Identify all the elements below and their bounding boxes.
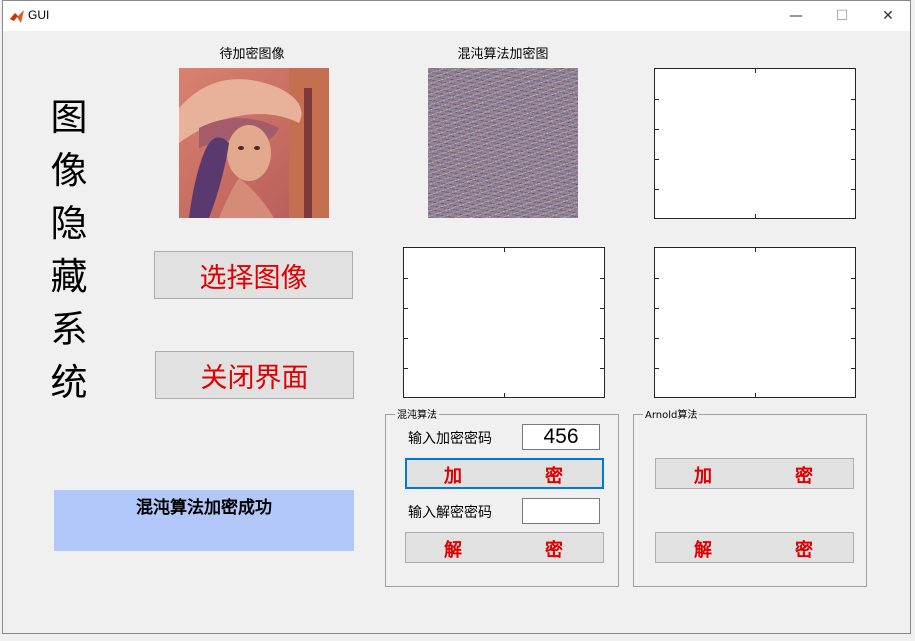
arnold-panel-title: Arnold算法 xyxy=(643,406,700,421)
title-bar: GUI — ☐ ✕ xyxy=(3,1,910,31)
chaos-panel-title: 混沌算法 xyxy=(395,406,439,421)
arnold-decrypt-button-char: 解 xyxy=(694,540,712,561)
encrypted-image xyxy=(428,68,578,218)
decrypt-password-label: 输入解密密码 xyxy=(408,505,492,521)
gui-window: GUI — ☐ ✕ 图 像 隐 藏 系 统 待加密图像 混沌算法加密图 选择图像… xyxy=(2,0,911,634)
arnold-decrypt-button[interactable]: 解 密 xyxy=(655,532,854,563)
chaos-encrypt-button-char: 密 xyxy=(545,466,563,487)
close-button[interactable]: ✕ xyxy=(865,1,911,31)
encrypt-password-input[interactable]: 456 xyxy=(522,424,600,450)
main-title: 图 像 隐 藏 系 统 xyxy=(47,91,91,409)
encrypt-password-label: 输入加密密码 xyxy=(408,431,492,447)
maximize-button[interactable]: ☐ xyxy=(819,1,865,31)
chaos-decrypt-button-char: 密 xyxy=(545,540,563,561)
matlab-icon xyxy=(10,10,24,23)
arnold-encrypt-button[interactable]: 加 密 xyxy=(655,458,854,489)
window-title: GUI xyxy=(28,8,50,22)
axes-top-right xyxy=(654,68,856,219)
arnold-encrypt-button-char: 密 xyxy=(795,466,813,487)
chaos-decrypt-button[interactable]: 解 密 xyxy=(405,532,604,563)
select-image-button[interactable]: 选择图像 xyxy=(154,251,353,299)
status-message: 混沌算法加密成功 xyxy=(54,490,354,551)
axes-middle-right xyxy=(654,247,856,398)
original-image-caption: 待加密图像 xyxy=(219,47,285,62)
main-title-char: 隐 xyxy=(50,202,88,245)
original-image xyxy=(179,68,329,218)
main-title-char: 像 xyxy=(50,149,88,192)
chaos-decrypt-button-char: 解 xyxy=(444,540,462,561)
main-title-char: 统 xyxy=(50,361,88,404)
arnold-decrypt-button-char: 密 xyxy=(795,540,813,561)
decrypt-password-input[interactable] xyxy=(522,498,600,524)
chaos-encrypt-button-char: 加 xyxy=(444,466,462,487)
close-ui-button[interactable]: 关闭界面 xyxy=(155,351,354,399)
main-title-char: 图 xyxy=(50,96,88,139)
minimize-button[interactable]: — xyxy=(773,1,819,31)
main-title-char: 藏 xyxy=(50,255,88,298)
axes-middle-left xyxy=(403,247,605,398)
main-title-char: 系 xyxy=(50,308,88,351)
arnold-encrypt-button-char: 加 xyxy=(694,466,712,487)
encrypted-image-caption: 混沌算法加密图 xyxy=(457,47,549,62)
chaos-encrypt-button[interactable]: 加 密 xyxy=(405,458,604,489)
